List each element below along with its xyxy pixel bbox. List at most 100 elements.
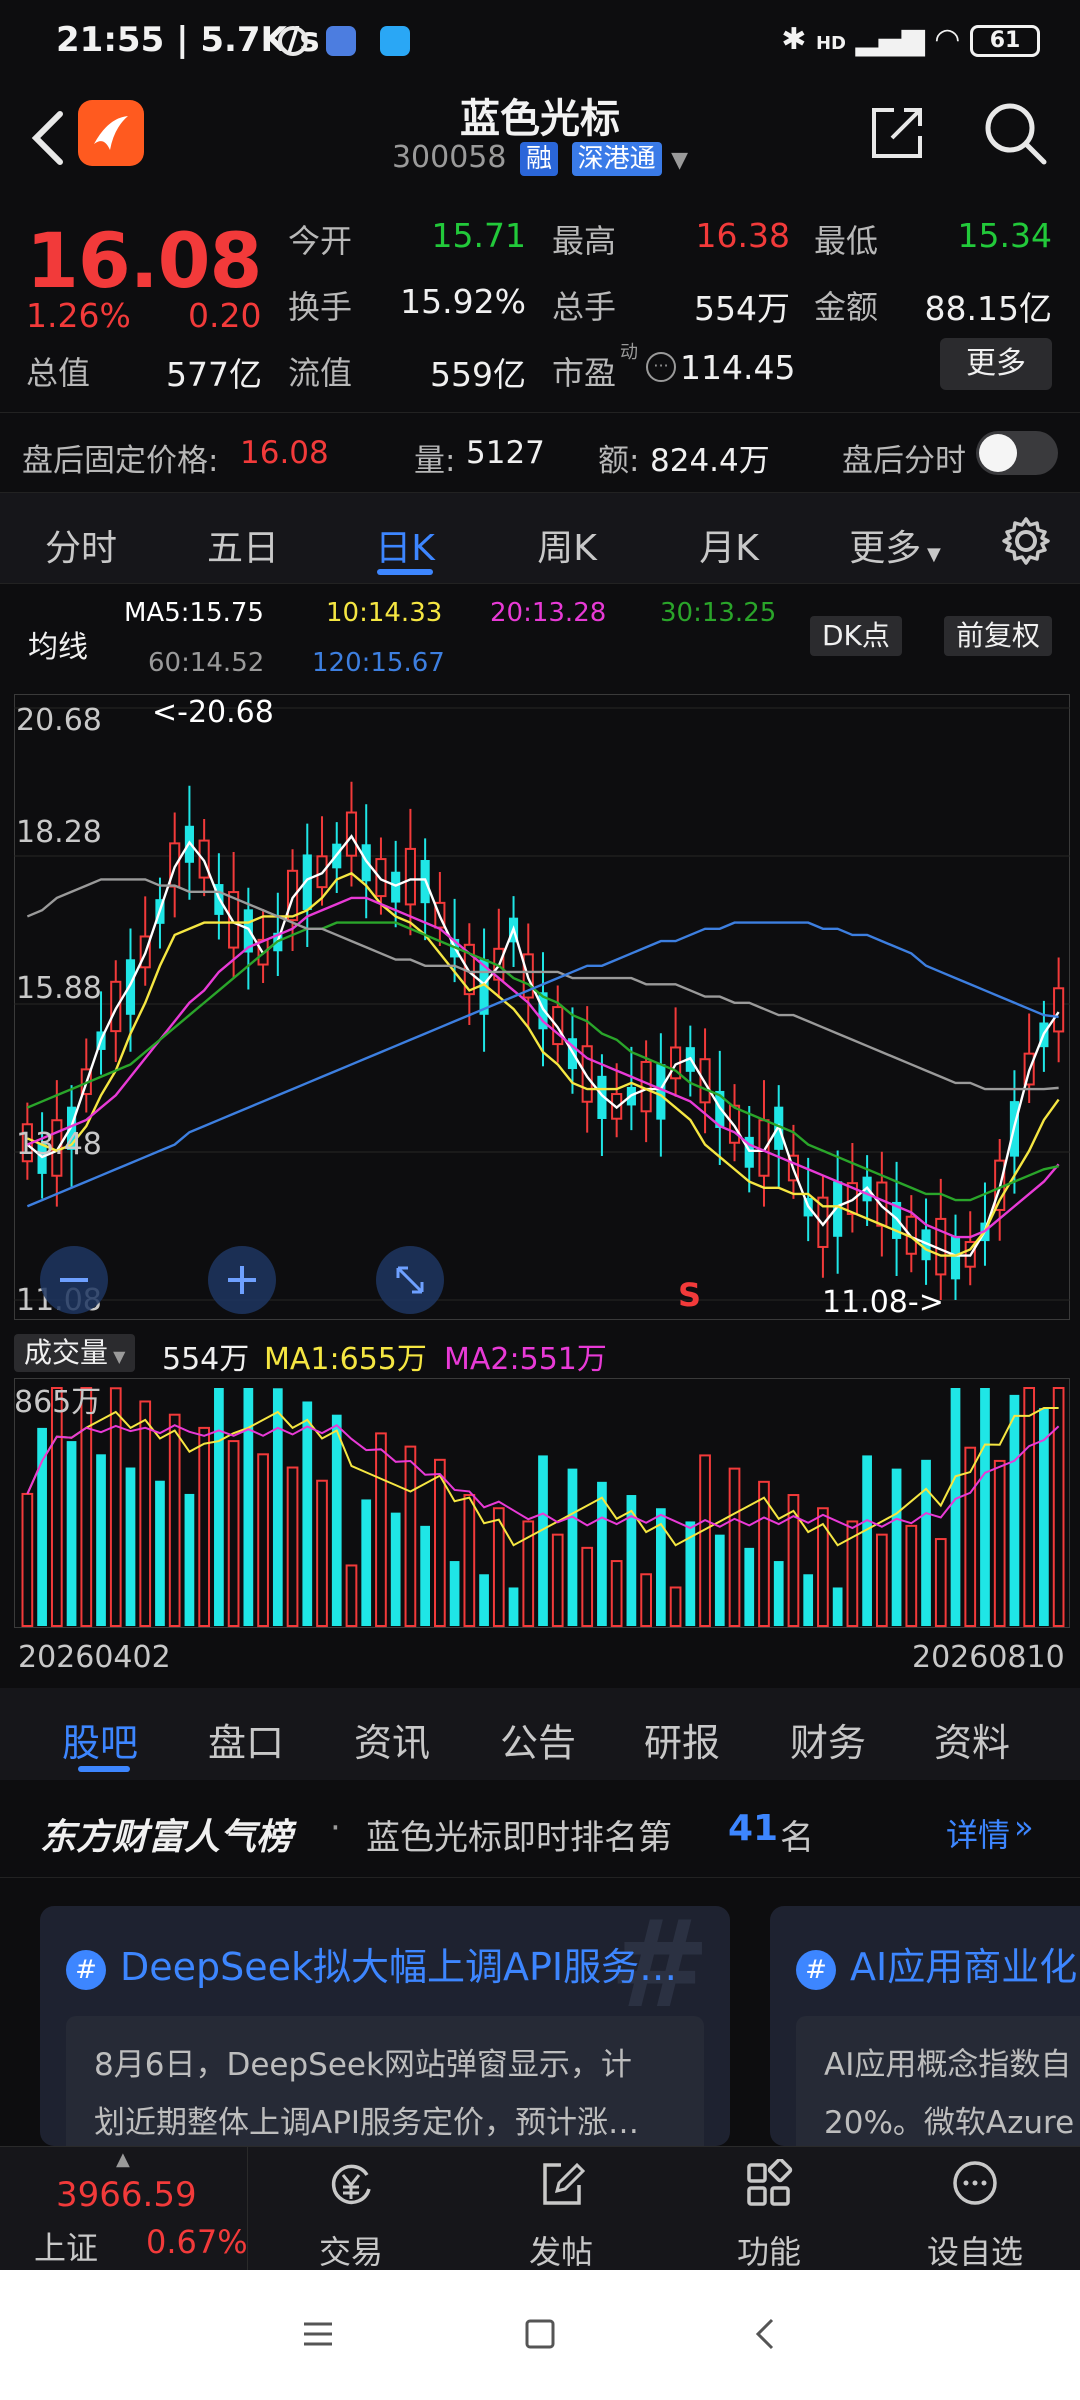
content-tabs: 股吧 盘口 资讯 公告 研报 财务 资料	[0, 1688, 1080, 1780]
popularity-rank[interactable]: 东方财富人气榜 · 蓝色光标即时排名第 41 名 详情 »	[0, 1782, 1080, 1878]
after-hours-toggle[interactable]	[976, 431, 1058, 475]
volume-bar	[862, 1455, 872, 1626]
ma20-label: 20:13.28	[490, 598, 607, 628]
menu-icon[interactable]	[300, 2316, 336, 2352]
topic-summary-line: AI应用概念指数自	[824, 2047, 1072, 2083]
amount-label: 金额	[814, 288, 879, 326]
volume-bar	[551, 1533, 564, 1627]
volume-bar	[50, 1387, 63, 1627]
turnover-value: 15.92%	[400, 282, 526, 321]
tab-monthly-k[interactable]: 月K	[654, 519, 804, 571]
nav-watchlist[interactable]: 设自选	[900, 2147, 1050, 2271]
volume-bar	[640, 1573, 652, 1627]
indicator-select[interactable]: 成交量 ▼	[14, 1334, 136, 1372]
volume-bar	[184, 1493, 195, 1626]
topic-summary: 8月6日，DeepSeek网站弹窗显示，计 划近期整体上调API服务定价，预计涨…	[66, 2016, 704, 2146]
topic-summary-line: 划近期整体上调API服务定价，预计涨…	[94, 2105, 640, 2141]
tab-finance[interactable]: 财务	[790, 1712, 866, 1767]
period-tabs: 分时 五日 日K 周K 月K 更多 ▼	[0, 492, 1080, 584]
amount-value: 88.15亿	[924, 289, 1052, 328]
tab-daily-k[interactable]: 日K	[330, 519, 480, 571]
rank-detail-link[interactable]: 详情	[946, 1810, 1010, 1856]
after-hours-ts-label: 盘后分时	[842, 443, 966, 479]
more-options-icon[interactable]: ···	[646, 352, 676, 382]
home-icon[interactable]	[522, 2316, 558, 2352]
index-value: 3966.59	[56, 2175, 197, 2215]
adjust-button[interactable]: 前复权	[944, 616, 1053, 656]
ytick-0: 20.68	[16, 703, 102, 738]
chevron-down-icon: ▼	[671, 148, 689, 173]
chat-app-icon	[380, 26, 410, 56]
candle-up	[758, 1119, 770, 1177]
volume-bars	[21, 1387, 1065, 1628]
margin-tag: 融	[520, 142, 559, 176]
nav-trade[interactable]: 交易	[276, 2147, 426, 2271]
tab-weekly-k[interactable]: 周K	[492, 519, 642, 571]
topic-title: # DeepSeek拟大幅上调API服务…	[66, 1936, 677, 1991]
double-chevron-icon: »	[1014, 1808, 1034, 1846]
share-icon[interactable]	[864, 100, 930, 166]
open-label: 今开	[288, 222, 353, 260]
volume-bar	[302, 1401, 313, 1626]
topic-card[interactable]: # # DeepSeek拟大幅上调API服务… 8月6日，DeepSeek网站弹窗…	[40, 1906, 730, 2146]
after-hours-label: 盘后固定价格:	[22, 443, 219, 479]
volume-chart[interactable]: 865万	[14, 1378, 1070, 1628]
volume-bar	[610, 1560, 623, 1628]
volume-bar	[980, 1388, 990, 1626]
tab-orderbook[interactable]: 盘口	[208, 1712, 284, 1767]
tab-more[interactable]: 更多 ▼	[820, 519, 970, 571]
index-ticker[interactable]: ▲ 3966.59 上证 0.67%	[0, 2147, 248, 2271]
nav-functions[interactable]: 功能	[694, 2147, 844, 2271]
gear-icon[interactable]	[1000, 515, 1052, 567]
tab-intraday[interactable]: 分时	[6, 519, 156, 571]
tab-forum[interactable]: 股吧	[62, 1712, 138, 1767]
tab-news[interactable]: 资讯	[354, 1712, 430, 1767]
topic-card[interactable]: # AI应用商业化 AI应用概念指数自 20%。微软Azure与	[770, 1906, 1080, 2146]
sell-signal: S	[678, 1276, 701, 1314]
grid-icon	[747, 2159, 793, 2206]
candle-down	[391, 871, 401, 903]
zoom-in-button[interactable]	[208, 1246, 276, 1314]
dk-point-button[interactable]: DK点	[810, 616, 902, 656]
volume-bar	[316, 1479, 328, 1628]
candle-up	[345, 811, 358, 857]
caret-up-icon: ▲	[116, 2149, 130, 2170]
signal-icon: ▂▄▆	[855, 22, 925, 57]
hashtag-icon: #	[66, 1949, 106, 1990]
tab-announcements[interactable]: 公告	[500, 1712, 576, 1767]
ma30-label: 30:13.25	[660, 598, 777, 628]
float-label: 流值	[288, 354, 353, 392]
after-hours-row: 盘后固定价格: 16.08 量: 5127 额: 824.4万 盘后分时	[0, 412, 1080, 492]
rank-number: 41	[728, 1808, 779, 1849]
tab-profile[interactable]: 资料	[934, 1712, 1010, 1767]
volume-bar	[125, 1467, 136, 1626]
fullscreen-button[interactable]	[376, 1246, 444, 1314]
topic-title: # AI应用商业化	[796, 1936, 1077, 1991]
volume-bar	[96, 1454, 106, 1626]
volume-bar	[243, 1388, 254, 1626]
tab-five-day[interactable]: 五日	[168, 519, 318, 571]
low-annotation: 11.08->	[822, 1285, 944, 1320]
volume-bar	[449, 1561, 460, 1626]
network-type: HD	[815, 33, 846, 54]
search-icon[interactable]	[980, 98, 1050, 168]
active-tab-indicator	[78, 1766, 130, 1772]
volume-bar	[832, 1587, 843, 1626]
high-value: 16.38	[695, 216, 790, 255]
ma-title[interactable]: 均线	[28, 622, 88, 666]
volume-bar	[345, 1564, 358, 1627]
zoom-out-button[interactable]	[40, 1246, 108, 1314]
more-button[interactable]: 更多	[940, 338, 1052, 390]
nav-post[interactable]: 发帖	[486, 2147, 636, 2271]
candlestick-chart[interactable]: 20.68 18.28 15.88 13.48 11.08 <-20.68 11…	[14, 694, 1070, 1320]
volume-bar	[390, 1512, 401, 1626]
nav-trade-label: 交易	[318, 2233, 383, 2271]
volume-bar	[1052, 1387, 1065, 1627]
tab-research[interactable]: 研报	[644, 1712, 720, 1767]
back-nav-icon[interactable]	[748, 2316, 784, 2352]
volume-bar	[434, 1458, 446, 1627]
volume-bar	[109, 1387, 122, 1627]
volume-bar	[581, 1546, 594, 1627]
volume-bar	[21, 1492, 34, 1627]
volume-bar	[214, 1388, 224, 1626]
